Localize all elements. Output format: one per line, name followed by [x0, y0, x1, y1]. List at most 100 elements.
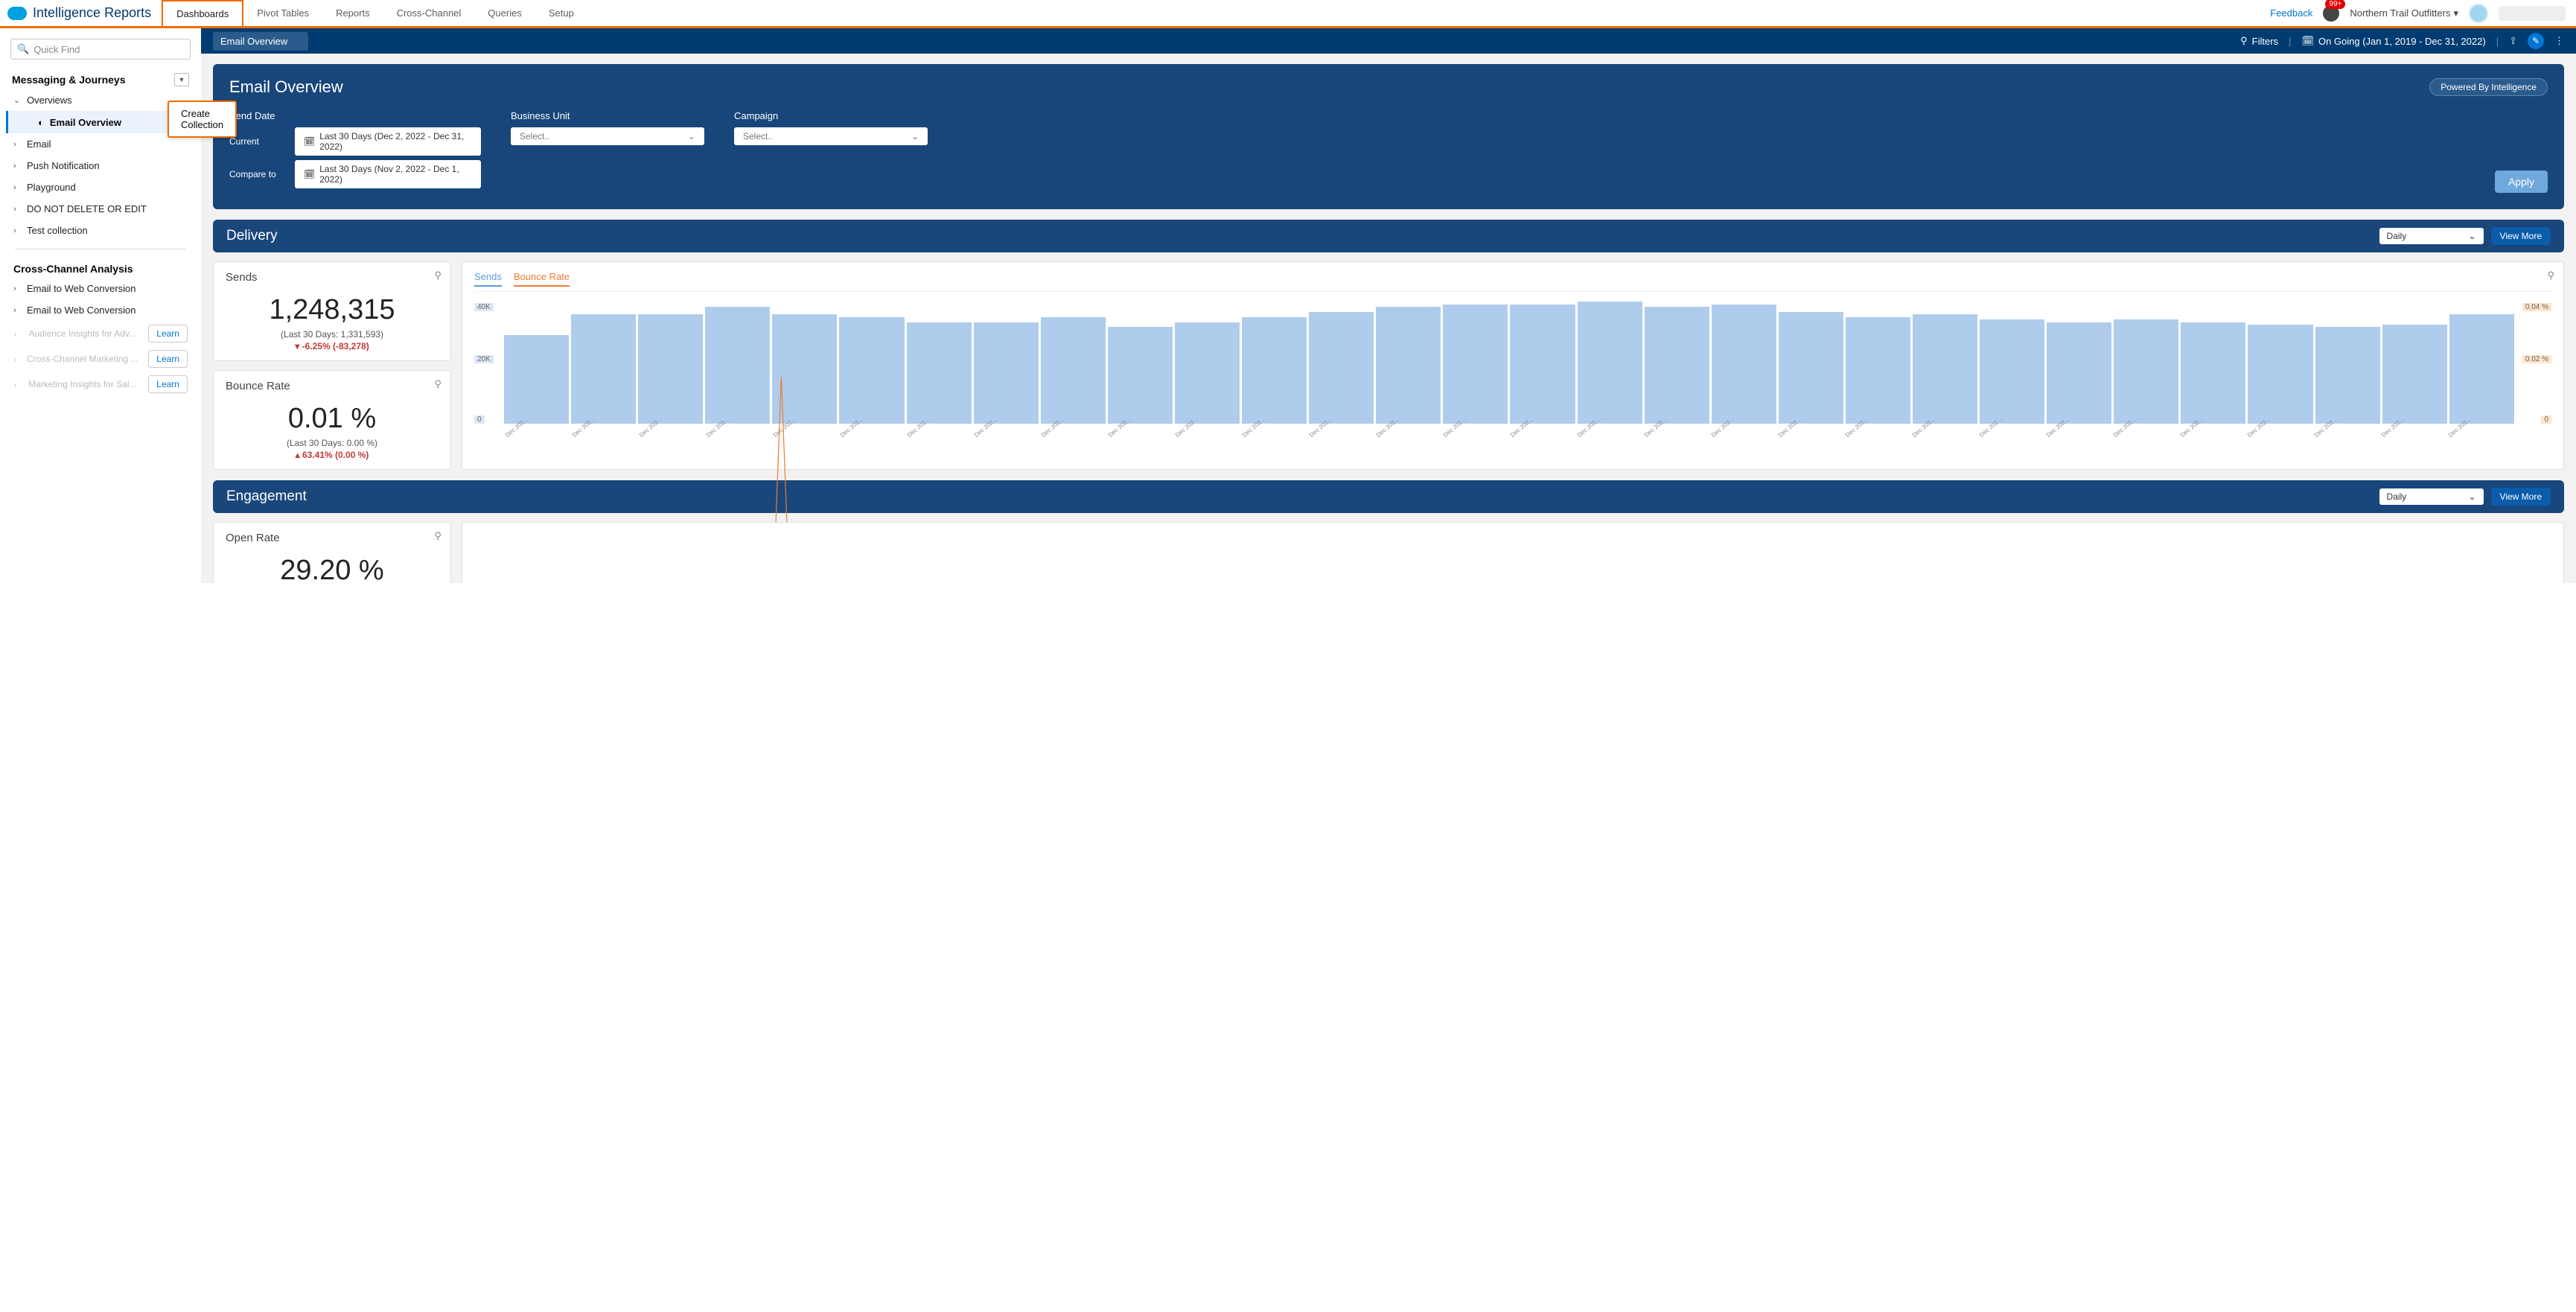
chevron-down-icon: ▾: [2453, 7, 2458, 19]
bounce-card: Bounce Rate ⚲ 0.01 % (Last 30 Days: 0.00…: [213, 370, 451, 470]
salesforce-cloud-icon: [7, 7, 27, 20]
compare-label: Compare to: [229, 169, 284, 179]
chevron-right-icon: ›: [13, 354, 16, 365]
main-area: Email Overview ⚲Filters | 🗓On Going (Jan…: [201, 28, 2576, 583]
sidebar-item-test[interactable]: ›Test collection: [6, 220, 195, 241]
top-nav-bar: Intelligence Reports Dashboards Pivot Ta…: [0, 0, 2576, 28]
nav-tab-pivot-tables[interactable]: Pivot Tables: [243, 0, 322, 26]
create-collection-popup[interactable]: Create Collection: [168, 101, 237, 138]
chevron-right-icon: ›: [13, 162, 21, 171]
sidebar-item-playground[interactable]: ›Playground: [6, 176, 195, 198]
brand-title: Intelligence Reports: [33, 5, 151, 21]
learn-item-3: Marketing Insights for Sal...: [28, 379, 136, 389]
filter-icon[interactable]: ⚲: [434, 378, 441, 390]
bu-select[interactable]: Select..⌄: [511, 127, 704, 145]
top-right-controls: Feedback 99+ Northern Trail Outfitters ▾: [2270, 4, 2576, 23]
delivery-chart-card: ⚲ Sends Bounce Rate 40K 20K 0 0.04 %: [462, 261, 2564, 470]
feedback-link[interactable]: Feedback: [2270, 7, 2312, 19]
nav-tab-dashboards[interactable]: Dashboards: [162, 0, 243, 26]
divider: |: [2289, 36, 2291, 47]
chart-tab-sends[interactable]: Sends: [474, 271, 502, 287]
open-rate-title: Open Rate: [226, 532, 439, 544]
current-date-picker[interactable]: 🗓Last 30 Days (Dec 2, 2022 - Dec 31, 202…: [295, 127, 481, 156]
sidebar-item-email-overview[interactable]: ◐ Email Overview: [6, 111, 195, 133]
sidebar: 🔍 Quick Find Messaging & Journeys ▼ Crea…: [0, 28, 201, 583]
calendar-icon: 🗓: [304, 136, 315, 147]
sidebar-item-overviews[interactable]: ⌄Overviews: [6, 89, 195, 111]
share-icon[interactable]: ⇪: [2509, 35, 2517, 47]
quick-find-input[interactable]: 🔍 Quick Find: [10, 39, 191, 60]
edit-button[interactable]: ✎: [2528, 33, 2544, 49]
filter-icon[interactable]: ⚲: [434, 530, 441, 542]
delivery-title: Delivery: [226, 228, 278, 244]
current-label: Current: [229, 136, 284, 147]
sends-title: Sends: [226, 271, 439, 284]
filters-button[interactable]: ⚲Filters: [2240, 35, 2278, 47]
kebab-icon[interactable]: ⋮: [2554, 35, 2564, 47]
calendar-icon: 🗓: [2301, 35, 2314, 47]
org-switcher[interactable]: Northern Trail Outfitters ▾: [2350, 7, 2458, 19]
user-avatar[interactable]: [2469, 4, 2488, 23]
engagement-chart-card: [462, 522, 2564, 583]
date-range-button[interactable]: 🗓On Going (Jan 1, 2019 - Dec 31, 2022): [2301, 35, 2485, 47]
hero-panel: Email Overview Powered By Intelligence S…: [213, 64, 2564, 209]
sidebar-item-dnd[interactable]: ›DO NOT DELETE OR EDIT: [6, 198, 195, 220]
collection-menu-trigger[interactable]: ▼: [174, 73, 189, 86]
sends-delta: ▾ -6.25% (-83,278): [226, 341, 439, 351]
breadcrumb[interactable]: Email Overview: [213, 32, 308, 51]
filter-icon: ⚲: [2240, 35, 2248, 47]
filter-icon[interactable]: ⚲: [434, 270, 441, 281]
learn-button[interactable]: Learn: [148, 350, 188, 368]
chevron-right-icon: ›: [13, 328, 16, 340]
campaign-label: Campaign: [734, 110, 928, 121]
nav-tab-queries[interactable]: Queries: [474, 0, 535, 26]
delivery-section-bar: Delivery Daily⌄ View More: [213, 220, 2564, 252]
sends-card: Sends ⚲ 1,248,315 (Last 30 Days: 1,331,5…: [213, 261, 451, 361]
bounce-value: 0.01 %: [226, 403, 439, 435]
campaign-select[interactable]: Select..⌄: [734, 127, 928, 145]
campaign-filter: Campaign Select..⌄: [734, 110, 928, 145]
page-title: Email Overview: [229, 77, 343, 97]
open-rate-card: Open Rate ⚲ 29.20 %: [213, 522, 451, 583]
calendar-icon: 🗓: [304, 169, 315, 179]
send-date-filter: Send Date Current🗓Last 30 Days (Dec 2, 2…: [229, 110, 481, 193]
compare-date-picker[interactable]: 🗓Last 30 Days (Nov 2, 2022 - Dec 1, 2022…: [295, 160, 481, 188]
apply-button[interactable]: Apply: [2495, 171, 2548, 193]
learn-button[interactable]: Learn: [148, 325, 188, 343]
sidebar-item-etw2[interactable]: ›Email to Web Conversion: [6, 299, 195, 321]
learn-item-2: Cross-Channel Marketing ...: [27, 354, 138, 364]
y-axis-right: 0.04 % 0.02 % 0: [2519, 292, 2551, 424]
bounce-sub: (Last 30 Days: 0.00 %): [226, 438, 439, 448]
nav-tab-reports[interactable]: Reports: [322, 0, 383, 26]
nav-tab-cross-channel[interactable]: Cross-Channel: [383, 0, 475, 26]
filter-icon[interactable]: ⚲: [2547, 270, 2554, 281]
delivery-chart: 40K 20K 0 0.04 % 0.02 % 0 Dec 202...Dec …: [474, 291, 2551, 440]
sidebar-item-push[interactable]: ›Push Notification: [6, 155, 195, 176]
sends-value: 1,248,315: [226, 294, 439, 326]
chevron-right-icon: ›: [13, 140, 21, 149]
bounce-delta: ▴ 63.41% (0.00 %): [226, 450, 439, 460]
sends-sub: (Last 30 Days: 1,331,593): [226, 329, 439, 340]
chevron-right-icon: ›: [13, 306, 21, 315]
chevron-down-icon: ⌄: [2468, 231, 2475, 241]
chevron-right-icon: ›: [13, 284, 21, 293]
learn-button[interactable]: Learn: [148, 375, 188, 393]
delivery-granularity-select[interactable]: Daily⌄: [2379, 228, 2484, 244]
pie-chart-icon: ◐: [38, 117, 44, 128]
notification-badge: 99+: [2325, 0, 2345, 9]
brand: Intelligence Reports: [0, 5, 162, 21]
chevron-down-icon: ⌄: [688, 131, 695, 141]
bounce-title: Bounce Rate: [226, 380, 439, 392]
engagement-title: Engagement: [226, 488, 307, 505]
user-menu-placeholder[interactable]: [2499, 6, 2566, 21]
chevron-right-icon: ›: [13, 205, 21, 214]
sidebar-item-email[interactable]: ›Email: [6, 133, 195, 155]
open-rate-value: 29.20 %: [226, 555, 439, 583]
chart-x-labels: Dec 202...Dec 202...Dec 202...Dec 202...…: [504, 433, 2514, 440]
nav-tab-setup[interactable]: Setup: [535, 0, 587, 26]
context-bar: Email Overview ⚲Filters | 🗓On Going (Jan…: [201, 28, 2576, 54]
delivery-view-more-button[interactable]: View More: [2491, 227, 2551, 245]
sidebar-item-etw1[interactable]: ›Email to Web Conversion: [6, 278, 195, 299]
notifications-icon[interactable]: 99+: [2323, 5, 2339, 22]
chart-tab-bounce[interactable]: Bounce Rate: [514, 271, 570, 287]
